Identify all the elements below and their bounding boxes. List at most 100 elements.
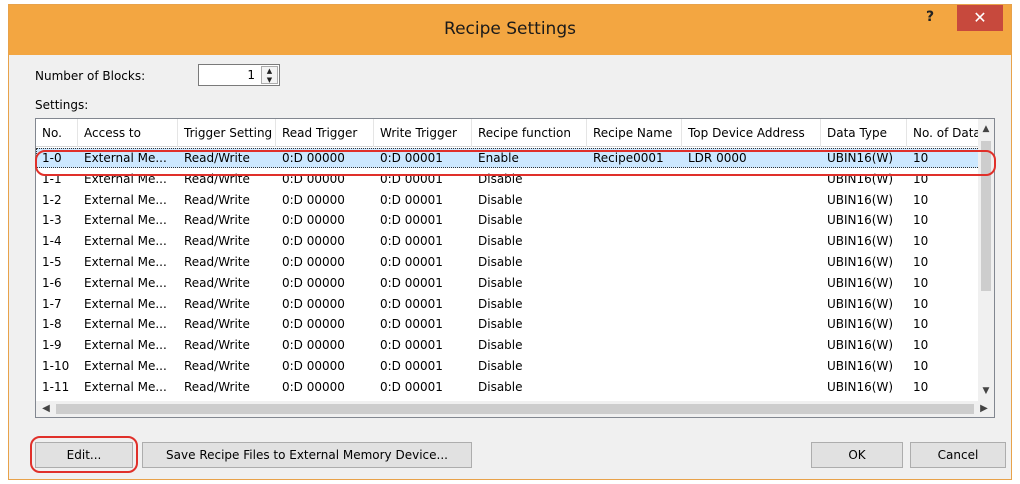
col-read-trigger-cell[interactable]: 0:D 00000 (276, 210, 374, 230)
table-row[interactable]: 1-3 External Me... Read/Write 0:D 00000 0:D … (36, 210, 982, 230)
col-access-to-cell[interactable]: External Me... (78, 314, 178, 334)
col-write-trigger-cell[interactable]: 0:D 00001 (374, 148, 472, 168)
col-no-of-data-cell[interactable]: 10 (907, 335, 982, 355)
col-read-trigger-cell[interactable]: 0:D 00000 (276, 314, 374, 334)
col-no-cell[interactable]: 1-2 (36, 190, 78, 210)
col-access-to-cell[interactable]: External Me... (78, 252, 178, 272)
col-recipe-function-header[interactable]: Recipe function (472, 119, 587, 147)
col-write-trigger-cell[interactable]: 0:D 00001 (374, 335, 472, 355)
col-recipe-function-cell[interactable]: Disable (472, 377, 587, 397)
col-read-trigger-cell[interactable]: 0:D 00000 (276, 294, 374, 314)
vertical-scrollbar[interactable]: ▲ ▼ (978, 119, 994, 401)
col-data-type-cell[interactable]: UBIN16(W) (821, 169, 907, 189)
col-data-type-cell[interactable]: UBIN16(W) (821, 231, 907, 251)
col-access-to-cell[interactable]: External Me... (78, 294, 178, 314)
col-trigger-setting-cell[interactable]: Read/Write (178, 335, 276, 355)
col-no-of-data-cell[interactable]: 10 (907, 252, 982, 272)
col-trigger-setting-cell[interactable]: Read/Write (178, 356, 276, 376)
col-data-type-cell[interactable]: UBIN16(W) (821, 356, 907, 376)
col-data-type-cell[interactable]: UBIN16(W) (821, 190, 907, 210)
col-recipe-function-cell[interactable]: Disable (472, 356, 587, 376)
col-no-of-data-cell[interactable]: 10 (907, 356, 982, 376)
vertical-scroll-thumb[interactable] (981, 141, 991, 291)
col-trigger-setting-cell[interactable]: Read/Write (178, 210, 276, 230)
col-trigger-setting-cell[interactable]: Read/Write (178, 294, 276, 314)
col-no-cell[interactable]: 1-1 (36, 169, 78, 189)
col-recipe-name-cell[interactable] (587, 335, 682, 355)
col-top-device-address-cell[interactable] (682, 190, 821, 210)
col-no-cell[interactable]: 1-4 (36, 231, 78, 251)
table-row[interactable]: 1-6 External Me... Read/Write 0:D 00000 0:D … (36, 273, 982, 293)
col-recipe-function-cell[interactable]: Disable (472, 273, 587, 293)
table-row[interactable]: 1-2 External Me... Read/Write 0:D 00000 0:D … (36, 190, 982, 210)
col-data-type-cell[interactable]: UBIN16(W) (821, 252, 907, 272)
col-write-trigger-cell[interactable]: 0:D 00001 (374, 210, 472, 230)
col-trigger-setting-cell[interactable]: Read/Write (178, 377, 276, 397)
settings-table[interactable]: No. Access to Trigger Setting Read Trigger W… (35, 118, 995, 418)
scroll-up-icon[interactable]: ▲ (978, 121, 994, 137)
col-recipe-name-cell[interactable] (587, 210, 682, 230)
horizontal-scroll-thumb[interactable] (56, 404, 974, 414)
col-no-cell[interactable]: 1-5 (36, 252, 78, 272)
col-top-device-address-cell[interactable] (682, 169, 821, 189)
col-recipe-name-cell[interactable] (587, 273, 682, 293)
col-trigger-setting-cell[interactable]: Read/Write (178, 273, 276, 293)
col-top-device-address-cell[interactable] (682, 294, 821, 314)
ok-button[interactable]: OK (811, 442, 903, 468)
close-button[interactable]: ✕ (957, 5, 1003, 31)
table-row[interactable]: 1-5 External Me... Read/Write 0:D 00000 0:D … (36, 252, 982, 272)
col-data-type-header[interactable]: Data Type (821, 119, 907, 147)
col-access-to-cell[interactable]: External Me... (78, 377, 178, 397)
col-top-device-address-cell[interactable] (682, 231, 821, 251)
table-row[interactable]: 1-10 External Me... Read/Write 0:D 00000 0:D… (36, 356, 982, 376)
col-recipe-function-cell[interactable]: Disable (472, 252, 587, 272)
col-no-of-data-cell[interactable]: 10 (907, 210, 982, 230)
col-read-trigger-cell[interactable]: 0:D 00000 (276, 273, 374, 293)
col-recipe-function-cell[interactable]: Disable (472, 314, 587, 334)
scroll-down-icon[interactable]: ▼ (978, 383, 994, 399)
col-no-of-data-cell[interactable]: 10 (907, 314, 982, 334)
col-write-trigger-cell[interactable]: 0:D 00001 (374, 252, 472, 272)
col-no-cell[interactable]: 1-9 (36, 335, 78, 355)
number-of-blocks-value[interactable]: 1 (247, 68, 255, 82)
col-no-of-data-cell[interactable]: 10 (907, 190, 982, 210)
col-recipe-name-cell[interactable] (587, 169, 682, 189)
col-no-cell[interactable]: 1-8 (36, 314, 78, 334)
save-recipe-files-button[interactable]: Save Recipe Files to External Memory Dev… (142, 442, 472, 468)
col-access-to-cell[interactable]: External Me... (78, 335, 178, 355)
col-recipe-function-cell[interactable]: Disable (472, 231, 587, 251)
number-of-blocks-spinner[interactable]: 1 ▲ ▼ (198, 64, 280, 86)
col-trigger-setting-cell[interactable]: Read/Write (178, 169, 276, 189)
col-data-type-cell[interactable]: UBIN16(W) (821, 377, 907, 397)
col-write-trigger-cell[interactable]: 0:D 00001 (374, 314, 472, 334)
col-data-type-cell[interactable]: UBIN16(W) (821, 294, 907, 314)
col-recipe-name-cell[interactable] (587, 377, 682, 397)
col-recipe-function-cell[interactable]: Disable (472, 210, 587, 230)
col-top-device-address-cell[interactable] (682, 210, 821, 230)
col-top-device-address-cell[interactable] (682, 356, 821, 376)
col-access-to-cell[interactable]: External Me... (78, 231, 178, 251)
col-access-to-cell[interactable]: External Me... (78, 273, 178, 293)
table-row[interactable]: 1-8 External Me... Read/Write 0:D 00000 0:D … (36, 314, 982, 334)
col-access-to-cell[interactable]: External Me... (78, 356, 178, 376)
col-recipe-function-cell[interactable]: Disable (472, 294, 587, 314)
col-no-of-data-cell[interactable]: 10 (907, 231, 982, 251)
spinner-up-icon[interactable]: ▲ (262, 67, 277, 76)
col-recipe-name-cell[interactable] (587, 231, 682, 251)
col-top-device-address-cell[interactable] (682, 252, 821, 272)
col-recipe-name-cell[interactable] (587, 356, 682, 376)
table-row[interactable]: 1-0 External Me... Read/Write 0:D 00000 0:D … (36, 148, 982, 168)
scroll-right-icon[interactable]: ▶ (976, 401, 992, 417)
table-row[interactable]: 1-4 External Me... Read/Write 0:D 00000 0:D … (36, 231, 982, 251)
col-write-trigger-cell[interactable]: 0:D 00001 (374, 294, 472, 314)
col-trigger-setting-cell[interactable]: Read/Write (178, 252, 276, 272)
col-access-to-cell[interactable]: External Me... (78, 210, 178, 230)
col-write-trigger-cell[interactable]: 0:D 00001 (374, 356, 472, 376)
col-trigger-setting-cell[interactable]: Read/Write (178, 314, 276, 334)
col-recipe-name-header[interactable]: Recipe Name (587, 119, 682, 147)
col-no-header[interactable]: No. (36, 119, 78, 147)
col-write-trigger-cell[interactable]: 0:D 00001 (374, 377, 472, 397)
col-trigger-setting-cell[interactable]: Read/Write (178, 231, 276, 251)
col-no-of-data-header[interactable]: No. of Data (907, 119, 982, 147)
col-no-cell[interactable]: 1-3 (36, 210, 78, 230)
